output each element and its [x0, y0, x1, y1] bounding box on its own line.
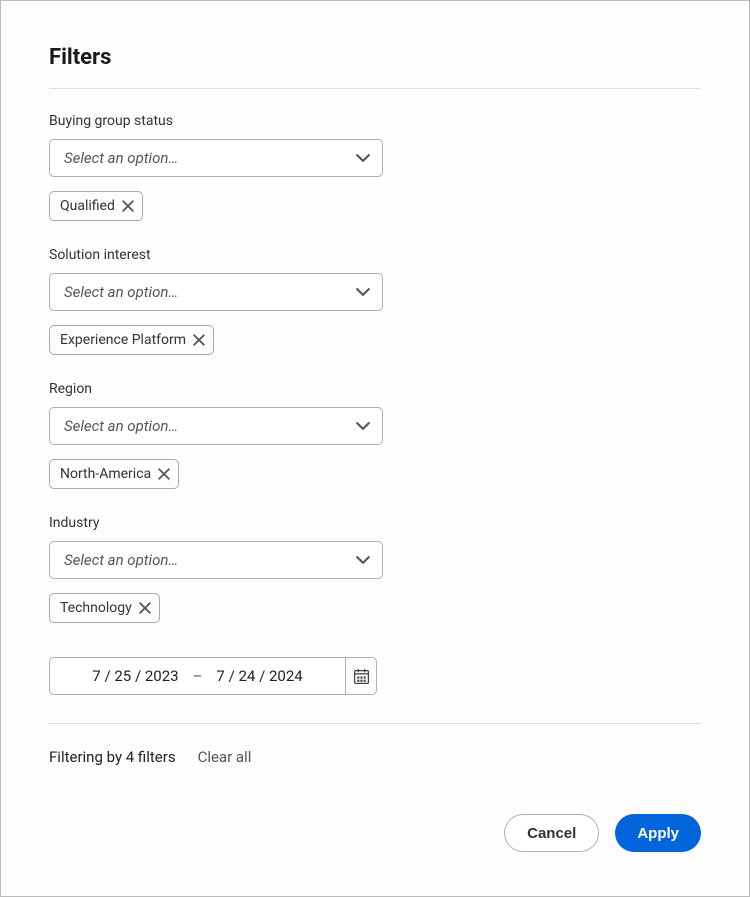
- panel-title: Filters: [49, 45, 701, 70]
- industry-dropdown[interactable]: Select an option…: [49, 541, 383, 579]
- filter-group-buying-group: Buying group status Select an option… Qu…: [49, 113, 701, 221]
- date-end: 7 / 24 / 2024: [216, 667, 302, 685]
- apply-button[interactable]: Apply: [615, 814, 701, 852]
- buying-group-label: Buying group status: [49, 113, 701, 129]
- filters-panel: Filters Buying group status Select an op…: [0, 0, 750, 897]
- close-icon[interactable]: [158, 468, 170, 480]
- close-icon[interactable]: [122, 200, 134, 212]
- date-range-row: 7 / 25 / 2023 – 7 / 24 / 2024: [49, 657, 701, 695]
- tag-north-america: North-America: [49, 459, 179, 489]
- solution-interest-dropdown[interactable]: Select an option…: [49, 273, 383, 311]
- cancel-button[interactable]: Cancel: [504, 814, 599, 852]
- tag-experience-platform: Experience Platform: [49, 325, 214, 355]
- chevron-down-icon: [356, 553, 370, 567]
- filter-group-region: Region Select an option… North-America: [49, 381, 701, 489]
- button-row: Cancel Apply: [504, 814, 701, 852]
- buying-group-dropdown[interactable]: Select an option…: [49, 139, 383, 177]
- tag-technology: Technology: [49, 593, 160, 623]
- tag-label: Experience Platform: [60, 332, 186, 348]
- tag-label: Technology: [60, 600, 132, 616]
- chevron-down-icon: [356, 285, 370, 299]
- calendar-icon: [353, 668, 370, 685]
- tag-label: Qualified: [60, 198, 115, 214]
- dropdown-placeholder: Select an option…: [64, 417, 178, 435]
- date-start: 7 / 25 / 2023: [92, 667, 178, 685]
- date-range-input[interactable]: 7 / 25 / 2023 – 7 / 24 / 2024: [49, 657, 345, 695]
- divider: [49, 88, 701, 89]
- industry-label: Industry: [49, 515, 701, 531]
- region-dropdown[interactable]: Select an option…: [49, 407, 383, 445]
- close-icon[interactable]: [139, 602, 151, 614]
- clear-all-button[interactable]: Clear all: [198, 748, 252, 766]
- filter-group-industry: Industry Select an option… Technology: [49, 515, 701, 623]
- tag-qualified: Qualified: [49, 191, 143, 221]
- close-icon[interactable]: [193, 334, 205, 346]
- chevron-down-icon: [356, 419, 370, 433]
- date-picker-button[interactable]: [345, 657, 377, 695]
- filter-group-solution-interest: Solution interest Select an option… Expe…: [49, 247, 701, 355]
- tag-label: North-America: [60, 466, 151, 482]
- solution-interest-label: Solution interest: [49, 247, 701, 263]
- dropdown-placeholder: Select an option…: [64, 283, 178, 301]
- footer-row: Filtering by 4 filters Clear all: [49, 748, 701, 766]
- chevron-down-icon: [356, 151, 370, 165]
- region-label: Region: [49, 381, 701, 397]
- filter-count-text: Filtering by 4 filters: [49, 748, 176, 766]
- dropdown-placeholder: Select an option…: [64, 149, 178, 167]
- dropdown-placeholder: Select an option…: [64, 551, 178, 569]
- divider-bottom: [49, 723, 701, 724]
- date-dash: –: [193, 667, 203, 685]
